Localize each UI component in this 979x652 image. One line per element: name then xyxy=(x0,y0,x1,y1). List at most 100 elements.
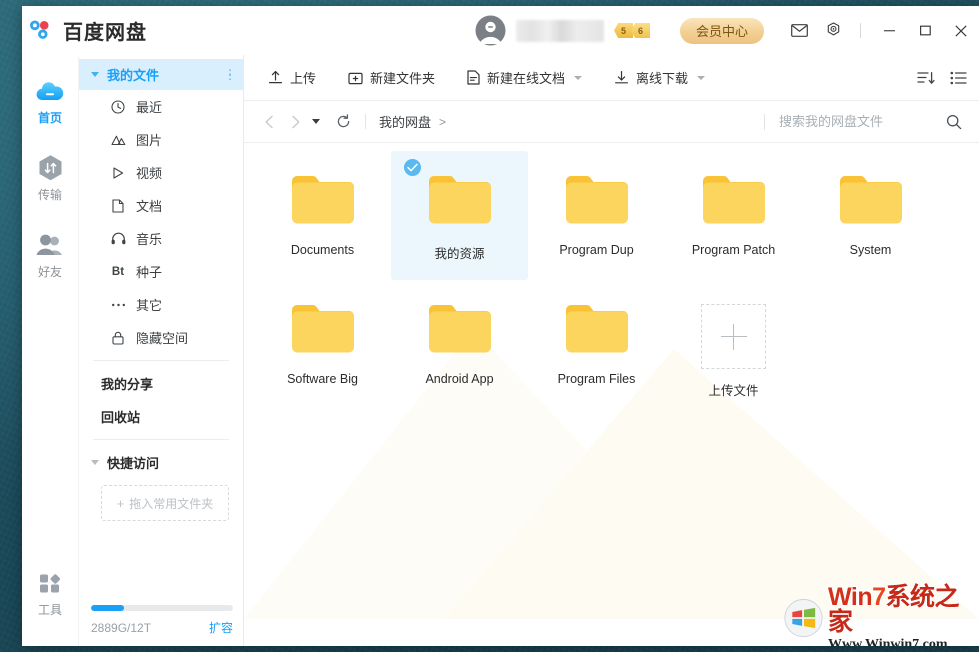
search-area xyxy=(764,101,969,143)
upload-button-label: 上传 xyxy=(290,71,317,86)
sidebar-item-images[interactable]: 图片 xyxy=(79,123,243,156)
gear-icon xyxy=(827,22,839,36)
sidebar-item-other[interactable]: 其它 xyxy=(79,288,243,321)
upload-file-tile[interactable]: 上传文件 xyxy=(665,280,802,409)
search-icon xyxy=(946,114,962,129)
history-dropdown-button[interactable] xyxy=(312,119,320,124)
app-logo: 百度网盘 xyxy=(22,15,147,45)
file-tile-label: 我的资源 xyxy=(434,247,485,261)
app-window: 百度网盘 5 6 会员中心 首页 传输 好友 工具 我的文件 最近 图片 视频 … xyxy=(22,6,979,646)
check-icon xyxy=(407,163,418,172)
offline-download-button[interactable]: 离线下载 xyxy=(604,63,715,93)
sidebar-label-music: 音乐 xyxy=(136,232,163,247)
settings-button[interactable] xyxy=(816,6,850,55)
file-tile-label: Program Dup xyxy=(559,243,634,257)
chevron-down-icon[interactable] xyxy=(697,75,706,80)
sidebar-item-hidden-space[interactable]: 隐藏空间 xyxy=(79,321,243,354)
folder-icon xyxy=(564,302,630,361)
username-blurred xyxy=(516,19,604,42)
file-grid: Documents 我的资源 Program Dup Program Patch Sys… xyxy=(244,143,979,409)
search-button[interactable] xyxy=(939,114,969,130)
file-tile-label: Android App xyxy=(425,372,494,386)
file-tile[interactable]: 我的资源 xyxy=(391,151,528,280)
sidebar-label-recent: 最近 xyxy=(136,100,163,115)
new-online-doc-label: 新建在线文档 xyxy=(487,71,566,86)
file-tile[interactable]: Program Files xyxy=(528,280,665,409)
file-tile-label: Program Patch xyxy=(691,243,776,257)
more-vertical-icon[interactable] xyxy=(228,68,231,81)
search-divider xyxy=(764,113,765,130)
dropzone-label: 拖入常用文件夹 xyxy=(129,496,214,511)
vip-center-button[interactable]: 会员中心 xyxy=(679,17,764,44)
sort-icon xyxy=(917,71,935,84)
chevron-down-icon[interactable] xyxy=(574,75,583,80)
app-body: 首页 传输 好友 工具 我的文件 最近 图片 视频 文档 音乐 Bt 种子 其它… xyxy=(22,55,979,646)
chevron-down-icon xyxy=(91,460,99,465)
plus-icon xyxy=(720,323,747,350)
refresh-icon xyxy=(337,114,349,128)
forward-button[interactable] xyxy=(282,109,308,135)
rail-label-tools: 工具 xyxy=(37,603,62,617)
lock-icon xyxy=(109,331,127,345)
file-tile-label: 上传文件 xyxy=(708,384,759,398)
file-tile[interactable]: Program Patch xyxy=(665,151,802,280)
file-tile[interactable]: System xyxy=(802,151,939,280)
sidebar-divider-1 xyxy=(93,360,229,361)
sidebar-item-videos[interactable]: 视频 xyxy=(79,156,243,189)
selected-check-badge[interactable] xyxy=(404,159,421,176)
sidebar-item-my-shares[interactable]: 我的分享 xyxy=(79,367,243,400)
mail-icon xyxy=(790,24,808,37)
image-icon xyxy=(109,133,127,146)
user-avatar-icon xyxy=(475,15,506,46)
view-mode-button[interactable] xyxy=(950,71,967,85)
upload-dropzone-box[interactable] xyxy=(701,304,766,369)
avatar[interactable] xyxy=(475,15,506,46)
new-folder-button[interactable]: 新建文件夹 xyxy=(338,63,445,93)
sidebar-header-label: 我的文件 xyxy=(107,68,160,83)
rail-item-home[interactable]: 首页 xyxy=(22,69,78,132)
titlebar-actions: 会员中心 xyxy=(679,6,979,55)
quick-access-dropzone[interactable]: + 拖入常用文件夹 xyxy=(101,485,229,521)
maximize-button[interactable] xyxy=(907,6,943,55)
refresh-button[interactable] xyxy=(330,109,356,135)
rail-item-friends[interactable]: 好友 xyxy=(22,223,78,286)
file-tile[interactable]: Program Dup xyxy=(528,151,665,280)
sidebar-item-recent[interactable]: 最近 xyxy=(79,90,243,123)
sidebar-label-torrent: 种子 xyxy=(136,265,163,280)
folder-icon xyxy=(290,173,356,232)
nav-rail: 首页 传输 好友 工具 xyxy=(22,55,78,646)
sidebar-item-torrent[interactable]: Bt 种子 xyxy=(79,255,243,288)
file-tile[interactable]: Documents xyxy=(254,151,391,280)
sort-button[interactable] xyxy=(917,70,936,86)
file-tile[interactable]: Android App xyxy=(391,280,528,409)
sidebar-item-documents[interactable]: 文档 xyxy=(79,189,243,222)
vip-badge-level[interactable]: 5 xyxy=(614,23,633,38)
plus-icon: + xyxy=(116,495,125,511)
minimize-button[interactable] xyxy=(871,6,907,55)
file-tile-label: Documents xyxy=(290,243,355,257)
vip-badges[interactable]: 5 6 xyxy=(614,23,650,38)
new-online-doc-button[interactable]: 新建在线文档 xyxy=(457,63,592,93)
search-input[interactable] xyxy=(779,114,939,129)
vip-badge-growth[interactable]: 6 xyxy=(631,23,650,38)
file-tile[interactable]: Software Big xyxy=(254,280,391,409)
sidebar-group-quick-access[interactable]: 快捷访问 xyxy=(79,446,243,479)
rail-bottom: 工具 xyxy=(22,561,78,624)
transfer-icon xyxy=(37,153,64,183)
sidebar-item-music[interactable]: 音乐 xyxy=(79,222,243,255)
breadcrumb-item-root[interactable]: 我的网盘 xyxy=(379,112,431,131)
file-tile-label: System xyxy=(849,243,892,257)
sidebar-item-recycle-bin[interactable]: 回收站 xyxy=(79,400,243,433)
quota-row: 2889G/12T 扩容 xyxy=(91,619,233,636)
user-block[interactable]: 5 6 xyxy=(475,6,650,55)
back-button[interactable] xyxy=(256,109,282,135)
rail-item-tools[interactable]: 工具 xyxy=(22,561,78,624)
sidebar-header-my-files[interactable]: 我的文件 xyxy=(79,59,243,90)
rail-item-transfer[interactable]: 传输 xyxy=(22,146,78,209)
mail-button[interactable] xyxy=(782,6,816,55)
minimize-icon xyxy=(883,30,895,32)
close-button[interactable] xyxy=(943,6,979,55)
expand-storage-link[interactable]: 扩容 xyxy=(209,619,233,636)
upload-button[interactable]: 上传 xyxy=(258,63,326,93)
quota-bar-fill xyxy=(91,605,124,611)
